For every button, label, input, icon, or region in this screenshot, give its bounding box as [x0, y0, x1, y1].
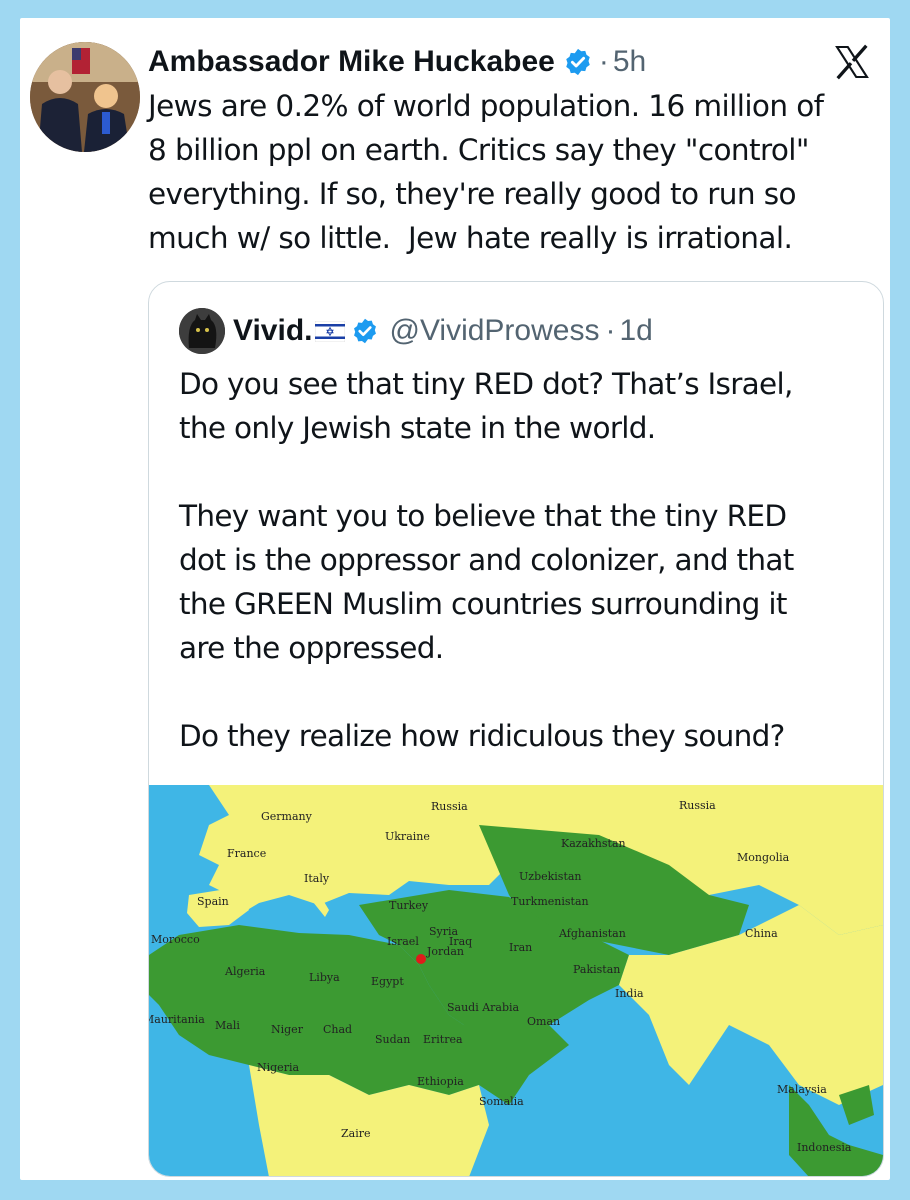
map-label-russia-west: Russia	[431, 800, 468, 813]
map-label-malaysia: Malaysia	[777, 1083, 827, 1096]
time-separator: ·	[598, 45, 609, 78]
map-label-israel: Israel	[387, 935, 419, 948]
author-avatar[interactable]	[30, 42, 140, 152]
map-label-russia-east: Russia	[679, 799, 716, 812]
map-label-mongolia: Mongolia	[737, 851, 790, 864]
map-label-libya: Libya	[309, 971, 340, 984]
quote-header: Vivid. @VividProwess · 1d	[233, 310, 653, 352]
quote-author-avatar[interactable]	[179, 308, 225, 354]
map-label-uzbekistan: Uzbekistan	[519, 870, 582, 883]
quote-text: Do you see that tiny RED dot? That’s Isr…	[179, 367, 794, 753]
map-label-egypt: Egypt	[371, 975, 404, 988]
map-label-mali: Mali	[215, 1019, 240, 1032]
map-label-jordan: Jordan	[426, 945, 464, 958]
quoted-tweet[interactable]: Vivid. @VividProwess · 1d Do you see tha…	[148, 281, 884, 1177]
quote-time-separator: ·	[605, 314, 616, 347]
map-label-somalia: Somalia	[479, 1095, 524, 1108]
map-label-afghanistan: Afghanistan	[558, 927, 626, 940]
map-label-morocco: Morocco	[151, 933, 200, 946]
map-label-spain: Spain	[197, 895, 229, 908]
map-label-china: China	[745, 927, 778, 940]
map-label-indonesia: Indonesia	[797, 1141, 852, 1154]
tweet-card: Ambassador Mike Huckabee · 5h Jews are 0…	[20, 18, 890, 1180]
map-label-nigeria: Nigeria	[257, 1061, 299, 1074]
map-label-italy: Italy	[304, 872, 330, 885]
map-label-mauritania: Mauritania	[149, 1013, 205, 1026]
tweet-header: Ambassador Mike Huckabee · 5h	[148, 42, 646, 82]
map-label-france: France	[227, 847, 266, 860]
quote-author-name[interactable]: Vivid.	[233, 314, 312, 348]
map-label-kazakhstan: Kazakhstan	[561, 837, 626, 850]
map-label-zaire: Zaire	[341, 1127, 371, 1140]
verified-badge-icon	[566, 48, 590, 76]
x-logo-icon	[835, 44, 869, 80]
map-label-oman: Oman	[527, 1015, 560, 1028]
map-label-pakistan: Pakistan	[573, 963, 620, 976]
map-label-algeria: Algeria	[224, 965, 266, 978]
author-photo-icon	[30, 42, 140, 152]
map-label-ethiopia: Ethiopia	[417, 1075, 464, 1088]
map-israel-dot	[416, 954, 426, 964]
map-label-iran: Iran	[509, 941, 532, 954]
map-label-eritrea: Eritrea	[423, 1033, 463, 1046]
map-label-chad: Chad	[323, 1023, 352, 1036]
map-label-saudi-arabia: Saudi Arabia	[447, 1001, 520, 1014]
map-label-india: India	[615, 987, 644, 1000]
panther-avatar-icon	[179, 308, 225, 354]
map-label-ukraine: Ukraine	[385, 830, 430, 843]
israel-flag-icon	[315, 320, 346, 342]
quote-author-handle[interactable]: @VividProwess	[389, 314, 599, 348]
map-label-germany: Germany	[261, 810, 313, 823]
quote-verified-badge-icon	[354, 318, 377, 344]
map-label-turkmenistan: Turkmenistan	[511, 895, 589, 908]
author-name[interactable]: Ambassador Mike Huckabee	[148, 45, 555, 79]
quote-time[interactable]: 1d	[619, 314, 652, 348]
map-label-turkey: Turkey	[389, 899, 429, 912]
tweet-time[interactable]: 5h	[613, 45, 646, 79]
world-map-image[interactable]: Russia Russia Germany Ukraine Kazakhstan…	[149, 785, 883, 1177]
map-label-sudan: Sudan	[375, 1033, 410, 1046]
map-label-niger: Niger	[271, 1023, 304, 1036]
tweet-text: Jews are 0.2% of world population. 16 mi…	[148, 89, 824, 255]
